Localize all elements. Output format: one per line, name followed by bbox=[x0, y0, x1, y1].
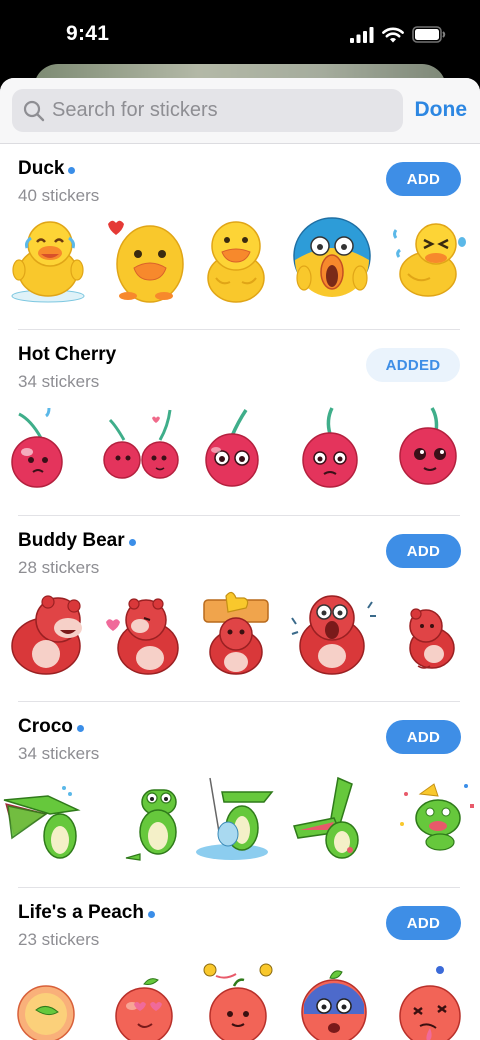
search-header: Done bbox=[0, 78, 480, 144]
pack-title-text: Life's a Peach bbox=[18, 902, 144, 923]
status-bar: 9:41 bbox=[0, 0, 480, 70]
bear-laughing-sticker[interactable] bbox=[8, 588, 94, 676]
battery-icon bbox=[412, 26, 446, 43]
done-button[interactable]: Done bbox=[415, 98, 468, 122]
duck-hearts-sticker[interactable] bbox=[100, 216, 186, 304]
sticker-pack-buddy-bear[interactable]: Buddy Bear 28 stickers ADD bbox=[0, 516, 480, 702]
sticker-preview-row bbox=[0, 774, 480, 862]
cherry-couple-sticker[interactable] bbox=[98, 402, 184, 490]
pack-title-text: Croco bbox=[18, 716, 73, 737]
sticker-preview-row bbox=[0, 960, 480, 1040]
peach-with-bees-sticker[interactable] bbox=[196, 960, 282, 1040]
peach-in-love-sticker[interactable] bbox=[104, 960, 190, 1040]
pack-sticker-count: 34 stickers bbox=[18, 372, 100, 391]
search-icon bbox=[23, 100, 45, 121]
pack-sticker-count: 23 stickers bbox=[18, 930, 100, 949]
status-icons bbox=[350, 26, 446, 43]
pack-sticker-count: 40 stickers bbox=[18, 186, 100, 205]
bear-thumbs-up-sticker[interactable] bbox=[196, 588, 282, 676]
pack-title: Buddy Bear bbox=[18, 530, 136, 552]
new-pack-dot bbox=[68, 166, 76, 174]
croco-roaring-sticker[interactable] bbox=[2, 774, 88, 862]
new-pack-dot bbox=[128, 538, 136, 546]
pack-title: Life's a Peach bbox=[18, 902, 155, 924]
add-pack-button[interactable]: ADD bbox=[386, 906, 461, 940]
bear-shocked-sticker[interactable] bbox=[290, 588, 376, 676]
new-pack-dot bbox=[147, 910, 155, 918]
search-bar[interactable] bbox=[12, 89, 403, 132]
sticker-pack-croco[interactable]: Croco 34 stickers ADD bbox=[0, 702, 480, 888]
pack-sticker-count: 28 stickers bbox=[18, 558, 100, 577]
croco-shouting-sticker[interactable] bbox=[290, 774, 376, 862]
wifi-icon bbox=[382, 27, 404, 42]
pack-title: Duck bbox=[18, 158, 76, 180]
new-pack-dot bbox=[76, 724, 84, 732]
cherry-worried-sticker[interactable] bbox=[192, 402, 278, 490]
pack-title-text: Buddy Bear bbox=[18, 530, 125, 551]
pack-title-text: Hot Cherry bbox=[18, 344, 117, 365]
sticker-preview-row bbox=[0, 588, 480, 676]
added-pack-button[interactable]: ADDED bbox=[366, 348, 460, 382]
duck-crying-laughing-sticker[interactable] bbox=[5, 216, 91, 304]
cherry-sweating-sticker[interactable] bbox=[5, 402, 91, 490]
cherry-pleading-sticker[interactable] bbox=[388, 402, 474, 490]
pack-title-text: Duck bbox=[18, 158, 65, 179]
sticker-pack-duck[interactable]: Duck 40 stickers ADD bbox=[0, 144, 480, 330]
add-pack-button[interactable]: ADD bbox=[386, 720, 461, 754]
search-input[interactable] bbox=[52, 99, 382, 122]
peach-blue-face-sticker[interactable] bbox=[294, 960, 380, 1040]
sticker-sheet: Done Duck 40 stickers ADD bbox=[0, 78, 480, 1040]
bear-blowing-kiss-sticker[interactable] bbox=[100, 588, 186, 676]
add-pack-button[interactable]: ADD bbox=[386, 162, 461, 196]
status-time: 9:41 bbox=[66, 22, 110, 45]
pack-title: Croco bbox=[18, 716, 84, 738]
duck-screaming-sticker[interactable] bbox=[290, 216, 376, 304]
cherry-sad-sticker[interactable] bbox=[290, 402, 376, 490]
croco-sitting-sticker[interactable] bbox=[102, 774, 188, 862]
pack-sticker-count: 34 stickers bbox=[18, 744, 100, 763]
croco-party-sticker[interactable] bbox=[396, 774, 480, 862]
pack-title: Hot Cherry bbox=[18, 344, 116, 366]
sticker-pack-lifes-a-peach[interactable]: Life's a Peach 23 stickers ADD bbox=[0, 888, 480, 1040]
peach-dizzy-sticker[interactable] bbox=[390, 960, 476, 1040]
croco-fishing-sticker[interactable] bbox=[192, 774, 278, 862]
cellular-signal-icon bbox=[350, 26, 374, 43]
peach-halved-sticker[interactable] bbox=[8, 960, 94, 1040]
duck-smiling-sticker[interactable] bbox=[196, 216, 282, 304]
add-pack-button[interactable]: ADD bbox=[386, 534, 461, 568]
sticker-preview-row bbox=[0, 402, 480, 490]
sticker-preview-row bbox=[0, 216, 480, 304]
duck-laughing-sticker[interactable] bbox=[388, 216, 474, 304]
bear-shy-sticker[interactable] bbox=[396, 588, 480, 676]
sticker-pack-hot-cherry[interactable]: Hot Cherry 34 stickers ADDED bbox=[0, 330, 480, 516]
